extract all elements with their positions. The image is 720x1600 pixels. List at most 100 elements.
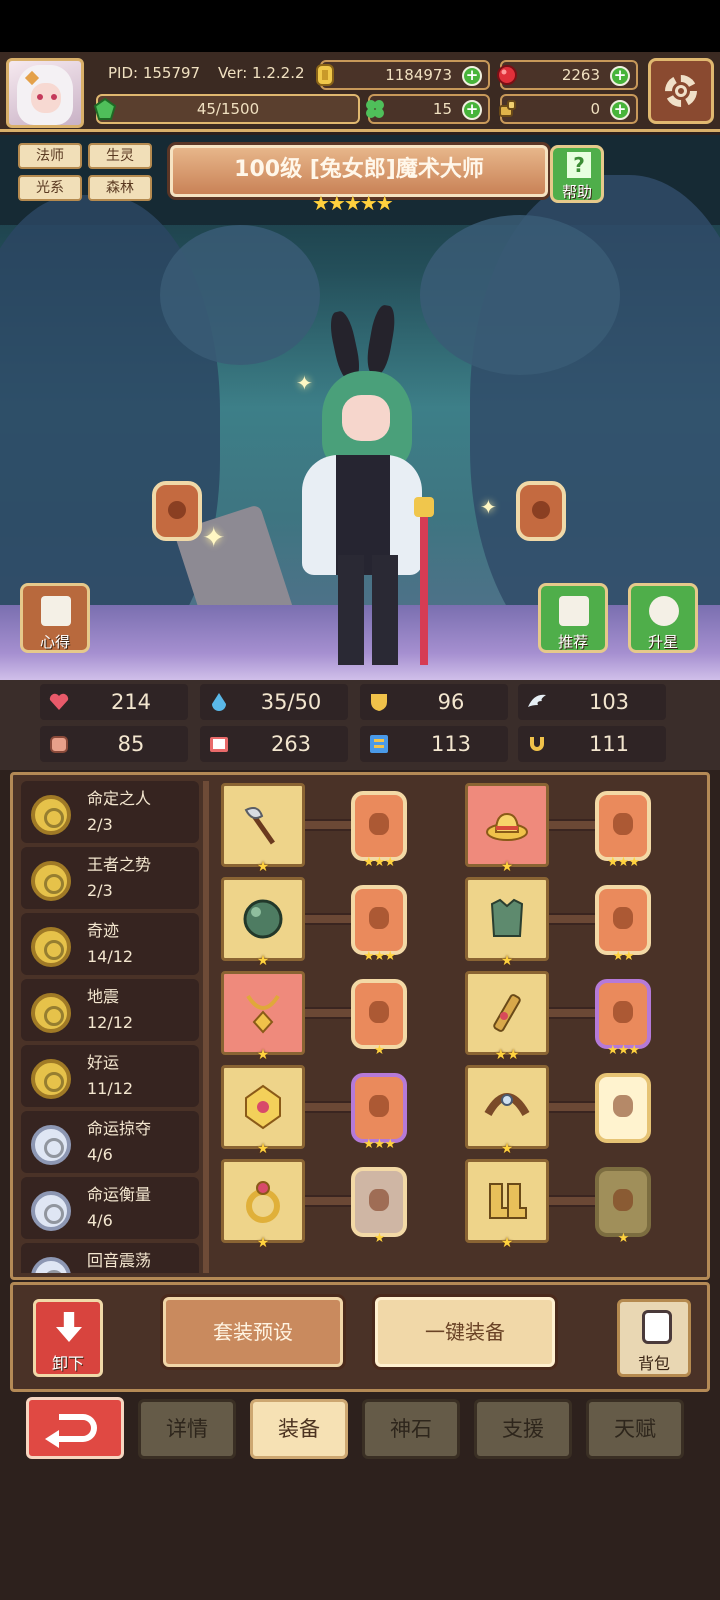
silver-medal-icon [31, 1257, 71, 1273]
rune-slot[interactable]: ★ [351, 979, 407, 1057]
gold-medal-icon [31, 993, 71, 1033]
notes-button[interactable]: 心得 [20, 583, 90, 653]
cane-head [414, 497, 434, 517]
equip-slot-bracer[interactable]: ★★ [465, 971, 549, 1062]
hero-scene: ✦ ✦ ✦ 法师 生灵 光系 森林 100级 [兔女郎]魔术大师 ★★★★★ ?… [0, 135, 720, 680]
resource-panel: PID: 155797 Ver: 1.2.2.2 1184973 + 2263 … [92, 58, 640, 128]
set-item[interactable]: 奇迹 14/12 [21, 913, 199, 975]
emblem-icon [245, 1084, 281, 1130]
set-item[interactable]: 王者之势 2/3 [21, 847, 199, 909]
bullet-icon [499, 100, 516, 117]
set-count: 11/12 [87, 1079, 134, 1098]
gold-medal-icon [31, 861, 71, 901]
tab-talent[interactable]: 天赋 [586, 1399, 684, 1459]
recommend-button[interactable]: 推荐 [538, 583, 608, 653]
set-name: 奇迹 [87, 921, 120, 940]
equip-slot-hat[interactable]: ★ [465, 783, 549, 874]
equip-slot-weapon[interactable]: ★ [221, 783, 305, 874]
set-item[interactable]: 地震 12/12 [21, 979, 199, 1041]
item-stars: ★ [256, 1047, 270, 1063]
panel-divider [203, 781, 209, 1273]
settings-button[interactable] [648, 58, 714, 124]
set-item[interactable]: 回音震荡 [21, 1243, 199, 1273]
rune-icon[interactable] [152, 481, 202, 541]
question-icon: ? [567, 152, 591, 178]
gem-value: 2263 [561, 66, 600, 84]
notes-icon [41, 596, 71, 626]
avatar-eye [51, 94, 57, 100]
help-button[interactable]: ? 帮助 [550, 145, 604, 203]
orb-icon [243, 899, 283, 939]
rune-slot[interactable]: ★★★ [595, 791, 651, 869]
tab-support[interactable]: 支援 [474, 1399, 572, 1459]
book-icon [210, 737, 228, 752]
rune-slot[interactable]: ★★★ [351, 1073, 407, 1151]
player-id: PID: 155797 [108, 64, 201, 82]
set-count: 4/6 [87, 1211, 113, 1230]
rune-stars: ★ [617, 1231, 630, 1246]
equip-slot-orb[interactable]: ★ [221, 877, 305, 968]
bottom-tabs: 详情 装备 神石 支援 天赋 [0, 1395, 720, 1465]
tab-divine-stone[interactable]: 神石 [362, 1399, 460, 1459]
unequip-button[interactable]: 卸下 [33, 1299, 103, 1377]
equip-slot-necklace[interactable]: ★ [221, 971, 305, 1062]
equip-slot-boots[interactable]: ★ [465, 1159, 549, 1250]
stat-mana: 35/50 [200, 684, 348, 720]
tag-biome: 森林 [88, 175, 152, 201]
set-name: 命定之人 [87, 789, 152, 808]
unequip-label: 卸下 [51, 1354, 84, 1373]
star-up-button[interactable]: 升星 [628, 583, 698, 653]
rune-slot[interactable]: ★ [595, 1167, 651, 1245]
item-stars: ★★ [494, 1047, 520, 1063]
recommend-label: 推荐 [557, 633, 588, 651]
rune-slot[interactable]: ★★★ [351, 885, 407, 963]
silver-medal-icon [31, 1191, 71, 1231]
notes-label: 心得 [39, 633, 70, 651]
set-item[interactable]: 命运衡量 4/6 [21, 1177, 199, 1239]
bracer-icon [493, 994, 521, 1032]
slot-link [549, 1007, 595, 1019]
equip-slot-ring[interactable]: ★ [221, 1159, 305, 1250]
equip-slot-belt[interactable]: ★ [465, 1065, 549, 1156]
player-avatar[interactable] [6, 58, 84, 128]
item-stars: ★ [256, 859, 270, 875]
tab-equipment[interactable]: 装备 [250, 1399, 348, 1459]
slot-link [305, 819, 351, 831]
rune-icon[interactable] [516, 481, 566, 541]
horseshoe-icon [530, 737, 544, 751]
equipment-panel: 命定之人 2/3 王者之势 2/3 奇迹 14/12 地震 12/12 好运 1… [10, 772, 710, 1280]
energy-bar: 45/1500 [94, 94, 360, 124]
set-preset-button[interactable]: 套装预设 [163, 1297, 343, 1367]
back-button[interactable] [26, 1397, 124, 1459]
slot-link [305, 913, 351, 925]
help-label: 帮助 [561, 183, 592, 201]
one-click-equip-button[interactable]: 一键装备 [375, 1297, 555, 1367]
set-item[interactable]: 命定之人 2/3 [21, 781, 199, 843]
set-name: 王者之势 [87, 855, 152, 874]
tag-class: 法师 [18, 143, 82, 169]
add-gems-button[interactable]: + [610, 66, 630, 86]
rune-stars: ★★★ [363, 949, 396, 964]
add-tokens-button[interactable]: + [610, 100, 630, 120]
backpack-button[interactable]: 背包 [617, 1299, 691, 1377]
set-count: 2/3 [87, 815, 113, 834]
set-item[interactable]: 命运掠夺 4/6 [21, 1111, 199, 1173]
slot-link [549, 1101, 595, 1113]
set-count: 4/6 [87, 1145, 113, 1164]
rune-slot[interactable]: ★★★ [595, 979, 651, 1057]
tab-details[interactable]: 详情 [138, 1399, 236, 1459]
rune-slot[interactable]: ★ [351, 1167, 407, 1245]
energy-value: 45/1500 [196, 100, 260, 118]
rune-slot[interactable] [595, 1073, 651, 1143]
rune-slot[interactable]: ★★★ [351, 791, 407, 869]
clover-counter: 15 + [366, 94, 490, 124]
sparkle-icon: ✦ [202, 521, 226, 554]
equip-slot-emblem[interactable]: ★ [221, 1065, 305, 1156]
equip-slot-armor[interactable]: ★ [465, 877, 549, 968]
add-coins-button[interactable]: + [462, 66, 482, 86]
rune-slot[interactable]: ★★ [595, 885, 651, 963]
set-item[interactable]: 好运 11/12 [21, 1045, 199, 1107]
boots-icon [489, 1183, 527, 1219]
add-clovers-button[interactable]: + [462, 100, 482, 120]
set-bonus-list[interactable]: 命定之人 2/3 王者之势 2/3 奇迹 14/12 地震 12/12 好运 1… [21, 781, 199, 1273]
